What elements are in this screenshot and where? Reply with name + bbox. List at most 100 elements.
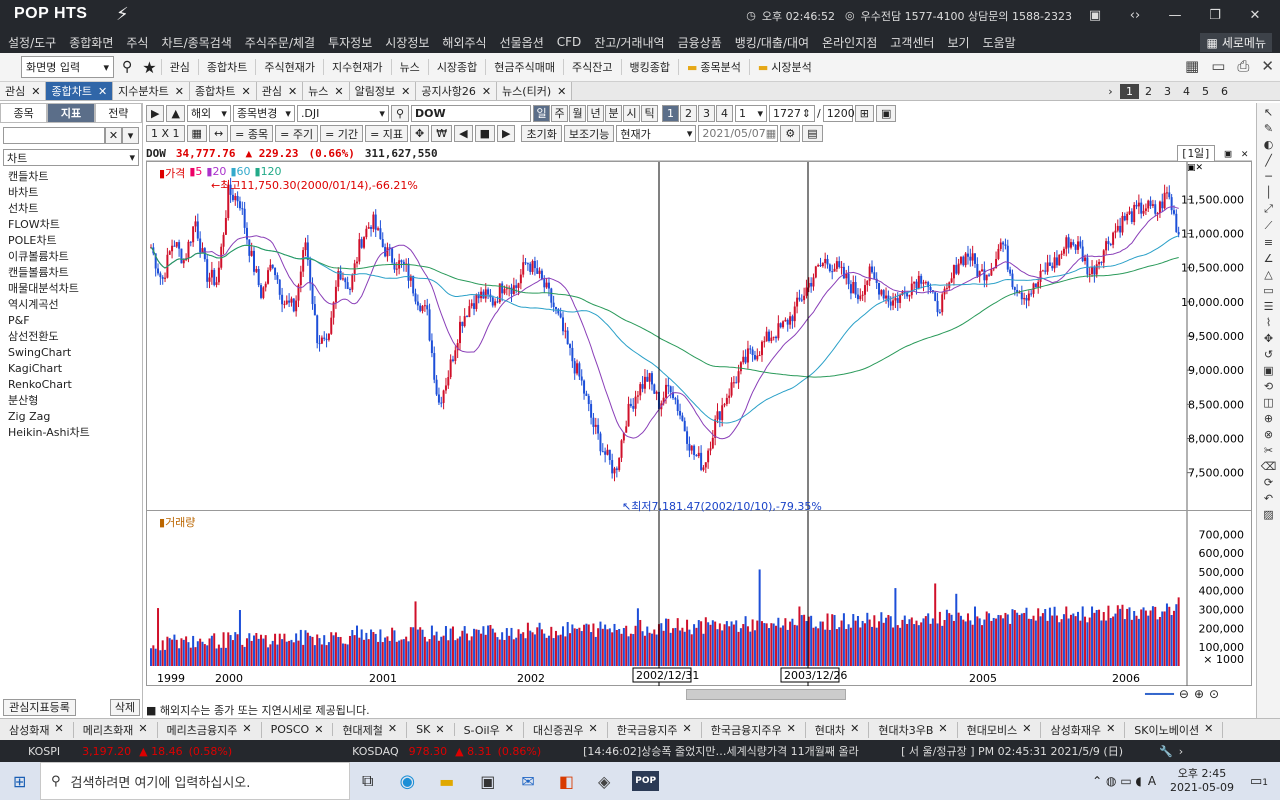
menu-item[interactable]: CFD (557, 35, 582, 49)
task-view-icon[interactable]: ⧉ (362, 771, 373, 791)
menu-item[interactable]: 고객센터 (890, 34, 934, 51)
count-input[interactable]: 1727 ⇕ (769, 104, 815, 122)
explorer-icon[interactable]: ▬ (439, 772, 454, 791)
chart-type-item[interactable]: 바차트 (8, 185, 142, 201)
screen-tab[interactable]: 뉴스(티커) ✕ (497, 82, 573, 100)
screen-tab[interactable]: 지수분차트 ✕ (113, 82, 190, 100)
draw-tool-icon[interactable]: ↺ (1264, 348, 1273, 361)
draw-tool-icon[interactable]: ◐ (1264, 138, 1274, 151)
next-icon[interactable]: ▶ (497, 125, 516, 142)
tab-close-icon[interactable]: ✕ (850, 722, 859, 738)
screen-tab[interactable]: 종합차트 ✕ (46, 82, 114, 100)
period-button[interactable]: 년 (587, 104, 604, 122)
draw-tool-icon[interactable]: ╱ (1265, 154, 1272, 167)
change-symbol-select[interactable]: 종목변경 ▾ (232, 104, 295, 122)
reset-button[interactable]: 초기화 (521, 125, 562, 142)
toolbar-shortcut[interactable]: 뉴스 (390, 59, 428, 75)
wrench-icon[interactable]: 🔧 (1159, 745, 1173, 758)
tray-icons[interactable]: ⌃ ◍ ▭ ◖ (1092, 774, 1142, 788)
toolbar-shortcut[interactable]: 주식현재가 (255, 59, 323, 75)
menu-item[interactable]: 종합화면 (69, 34, 113, 51)
tab-close-icon[interactable]: ✕ (787, 722, 796, 738)
period-button[interactable]: 주 (551, 104, 568, 122)
stock-tab[interactable]: 삼성화재 ✕ (0, 721, 74, 738)
date-input[interactable]: 2021/05/07 ▦ (698, 125, 779, 142)
sync-symbol-button[interactable]: = 종목 (230, 125, 274, 142)
page-number[interactable]: 6 (1215, 84, 1234, 99)
volume-chart-panel[interactable]: 700,000 600,000 500,000 400,000 300,000 200,0… (146, 511, 1252, 686)
draw-tool-icon[interactable]: ⤢ (1264, 202, 1273, 216)
tab-close-icon[interactable]: ✕ (557, 85, 566, 98)
screen-tab[interactable]: 관심 ✕ (0, 82, 47, 100)
draw-tool-icon[interactable]: ≡ (1264, 236, 1273, 249)
toolbar-folder[interactable]: ▬ 종목분석 (678, 59, 749, 75)
panel-close-icon[interactable]: ✕ (1241, 147, 1248, 160)
draw-tool-icon[interactable]: ✎ (1264, 122, 1273, 135)
chart-scrollbar[interactable] (686, 689, 846, 700)
office-icon[interactable]: ◧ (559, 772, 574, 791)
sync-range-button[interactable]: = 기간 (320, 125, 364, 142)
volume-chart[interactable]: 700,000 600,000 500,000 400,000 300,000 200,0… (147, 511, 1251, 686)
page-number[interactable]: 1 (1120, 84, 1139, 99)
stock-tab[interactable]: 메리츠화재 ✕ (74, 721, 158, 738)
tab-close-icon[interactable]: ✕ (1106, 722, 1115, 738)
tab-close-icon[interactable]: ✕ (938, 722, 947, 738)
move-icon[interactable]: ✥ (410, 125, 430, 142)
taskbar-search[interactable]: ⚲ 검색하려면 여기에 입력하십시오. (40, 762, 350, 800)
tab-close-icon[interactable]: ✕ (401, 85, 410, 98)
draw-tool-icon[interactable]: ⊕ (1264, 412, 1273, 425)
left-tab[interactable]: 전략 (94, 103, 142, 123)
panel-controls[interactable]: ▣✕ (1187, 163, 1203, 173)
edge-icon[interactable]: ◉ (399, 771, 415, 792)
chart-type-item[interactable]: P&F (8, 313, 142, 329)
draw-tool-icon[interactable]: ⊗ (1264, 428, 1273, 441)
toolbar-shortcut[interactable]: 시장종합 (427, 59, 485, 75)
zoom-reset-icon[interactable]: ⊙ (1209, 687, 1219, 701)
stock-tab[interactable]: 대신증권우 ✕ (524, 721, 608, 738)
tab-close-icon[interactable]: ✕ (54, 722, 63, 738)
multiplier-button[interactable]: 4 (716, 104, 733, 122)
export-icon[interactable]: ▤ (802, 125, 823, 142)
multiplier-button[interactable]: 3 (698, 104, 715, 122)
total-input[interactable]: 1200 (822, 104, 855, 122)
nav-arrows-icon[interactable]: ‹› (1118, 8, 1152, 23)
layout-1x1-button[interactable]: 1 X 1 (146, 125, 185, 142)
store-icon[interactable]: ▣ (480, 772, 495, 791)
draw-tool-icon[interactable]: ✂ (1264, 444, 1273, 457)
tab-close-icon[interactable]: ✕ (334, 85, 343, 98)
draw-tool-icon[interactable]: ▭ (1263, 284, 1273, 297)
nav-icon[interactable]: › (1179, 745, 1183, 758)
delete-button[interactable]: 삭제 (110, 699, 140, 716)
draw-tool-icon[interactable]: │ (1265, 186, 1272, 199)
draw-tool-icon[interactable]: ⟲ (1264, 380, 1273, 393)
indicator-search-input[interactable] (3, 127, 105, 144)
left-tab[interactable]: 지표 (47, 103, 95, 123)
stop-icon[interactable]: ■ (474, 125, 496, 142)
multiplier-button[interactable]: 1 (662, 104, 679, 122)
stock-tab[interactable]: 현대차3우B ✕ (869, 721, 958, 738)
aux-function-button[interactable]: 보조기능 (563, 125, 615, 142)
draw-tool-icon[interactable]: ↖ (1264, 106, 1273, 119)
tab-close-icon[interactable]: ✕ (288, 85, 297, 98)
tab-close-icon[interactable]: ✕ (242, 722, 251, 738)
fit-icon[interactable]: ↔ (208, 125, 229, 142)
search-icon[interactable]: ⚲ (122, 59, 132, 75)
screen-name-input[interactable]: 화면명 입력 ▾ (21, 56, 114, 78)
calculator-icon[interactable]: ▦ (1185, 57, 1199, 75)
toolbar-shortcut[interactable]: 지수현재가 (322, 59, 391, 75)
chart-type-item[interactable]: 캔들차트 (8, 169, 142, 185)
stock-tab[interactable]: 현대모비스 ✕ (958, 721, 1042, 738)
screen-tab[interactable]: 관심 ✕ (256, 82, 304, 100)
up-icon[interactable]: ▲ (166, 104, 185, 122)
menu-item[interactable]: 차트/종목검색 (161, 34, 231, 51)
won-icon[interactable]: ₩ (431, 125, 453, 142)
chart-type-item[interactable]: 선차트 (8, 201, 142, 217)
grid-icon[interactable]: ▦ (186, 125, 207, 142)
period-button[interactable]: 월 (569, 104, 586, 122)
tab-close-icon[interactable]: ✕ (589, 722, 598, 738)
panel-min-icon[interactable]: ▣ (1225, 147, 1232, 160)
mail-icon[interactable]: ✉ (521, 772, 534, 791)
menu-item[interactable]: 보기 (947, 34, 969, 51)
tab-close-icon[interactable]: ✕ (314, 723, 323, 736)
menu-item[interactable]: 잔고/거래내역 (594, 34, 664, 51)
